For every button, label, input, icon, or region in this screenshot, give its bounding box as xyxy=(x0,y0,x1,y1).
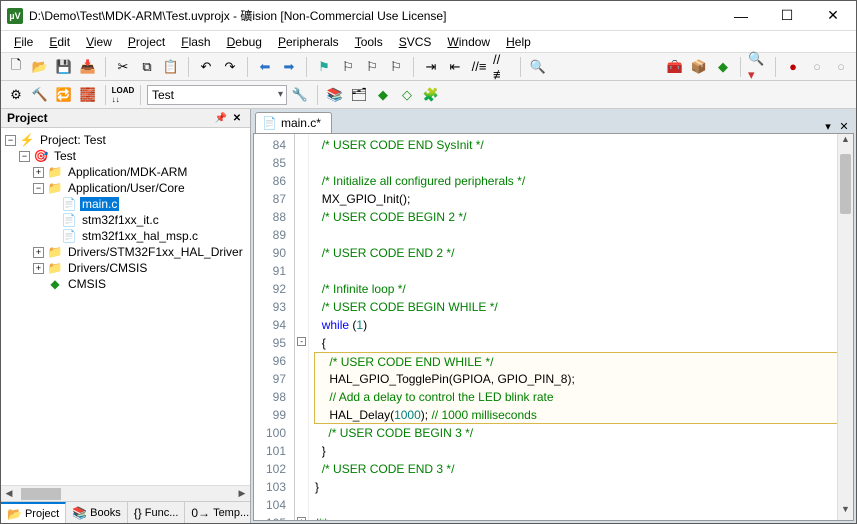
titlebar: µV D:\Demo\Test\MDK-ARM\Test.uvprojx - 礦… xyxy=(1,1,856,31)
editor-tab-close-icon[interactable]: ✕ xyxy=(836,120,852,133)
rebuild-icon[interactable]: 🔁 xyxy=(53,84,75,106)
minimize-button[interactable]: — xyxy=(718,1,764,31)
unindent-icon[interactable]: ⇤ xyxy=(444,56,466,78)
bookmark-clear-icon[interactable]: ⚐ xyxy=(385,56,407,78)
cut-icon[interactable]: ✂ xyxy=(112,56,134,78)
download-icon[interactable]: LOAD↓↓ xyxy=(112,84,134,106)
editor-tab-main-c[interactable]: 📄 main.c* xyxy=(255,112,332,133)
tree-file[interactable]: 📄stm32f1xx_hal_msp.c xyxy=(5,228,246,244)
menu-view[interactable]: View xyxy=(79,33,119,51)
menu-tools[interactable]: Tools xyxy=(348,33,390,51)
menu-edit[interactable]: Edit xyxy=(42,33,77,51)
toolbar-build: ⚙ 🔨 🔁 🧱 LOAD↓↓ Test 🔧 📚 🗂 ◆ ◇ 🧩 xyxy=(1,81,856,109)
bookmark-icon[interactable]: ⚑ xyxy=(313,56,335,78)
target-select[interactable]: Test xyxy=(147,85,287,105)
menu-window[interactable]: Window xyxy=(440,33,497,51)
app-window: µV D:\Demo\Test\MDK-ARM\Test.uvprojx - 礦… xyxy=(0,0,857,524)
line-gutter: 8485868788899091929394959697989910010110… xyxy=(254,134,295,520)
project-panel-title: Project xyxy=(7,111,48,125)
project-panel-tabs: 📂 Project📚 Books{} Func...0→ Temp... xyxy=(1,501,250,523)
redo-icon[interactable]: ↷ xyxy=(219,56,241,78)
select-pack-icon[interactable]: ◆ xyxy=(372,84,394,106)
menu-project[interactable]: Project xyxy=(121,33,172,51)
open-file-icon[interactable]: 📂 xyxy=(29,56,51,78)
bookmark-prev-icon[interactable]: ⚐ xyxy=(337,56,359,78)
menu-flash[interactable]: Flash xyxy=(174,33,217,51)
record3-icon[interactable]: ○ xyxy=(830,56,852,78)
file-icon: 📄 xyxy=(262,116,277,130)
project-panel-header: Project 📌 ✕ xyxy=(1,109,250,128)
indent-icon[interactable]: ⇥ xyxy=(420,56,442,78)
manage-rte-icon[interactable]: ◆ xyxy=(712,56,734,78)
pack-installer-icon[interactable]: 📦 xyxy=(688,56,710,78)
uncomment-icon[interactable]: //≢ xyxy=(492,56,514,78)
record2-icon[interactable]: ○ xyxy=(806,56,828,78)
project-tab-books[interactable]: 📚 Books xyxy=(66,502,128,523)
paste-icon[interactable]: 📋 xyxy=(160,56,182,78)
code-editor[interactable]: 8485868788899091929394959697989910010110… xyxy=(253,133,854,521)
project-scroll-h[interactable]: ◀▶ xyxy=(1,485,250,501)
build-batch-icon[interactable]: 🧰 xyxy=(664,56,686,78)
target-select-value: Test xyxy=(152,88,174,102)
copy-icon[interactable]: ⧉ xyxy=(136,56,158,78)
editor-area: 📄 main.c* ▾ ✕ 84858687888990919293949596… xyxy=(251,109,856,523)
options-icon[interactable]: 🔧 xyxy=(289,84,311,106)
tree-file[interactable]: 📄main.c xyxy=(5,196,246,212)
maximize-button[interactable]: ☐ xyxy=(764,1,810,31)
project-tab-func[interactable]: {} Func... xyxy=(128,502,186,523)
editor-scrollbar-v[interactable]: ▲ ▼ xyxy=(837,134,853,520)
tree-group[interactable]: +📁Drivers/CMSIS xyxy=(5,260,246,276)
find-in-files-icon[interactable]: 🔍 xyxy=(527,56,549,78)
tree-project-root[interactable]: −⚡Project: Test xyxy=(5,132,246,148)
project-panel: Project 📌 ✕ −⚡Project: Test−🎯Test+📁Appli… xyxy=(1,109,251,523)
workspace: Project 📌 ✕ −⚡Project: Test−🎯Test+📁Appli… xyxy=(1,109,856,523)
menu-peripherals[interactable]: Peripherals xyxy=(271,33,346,51)
nav-fwd-icon[interactable]: ➡ xyxy=(278,56,300,78)
window-title: D:\Demo\Test\MDK-ARM\Test.uvprojx - 礦isi… xyxy=(29,7,718,24)
tree-group[interactable]: +📁Application/MDK-ARM xyxy=(5,164,246,180)
menu-debug[interactable]: Debug xyxy=(220,33,269,51)
nav-back-icon[interactable]: ⬅ xyxy=(254,56,276,78)
batch-build-icon[interactable]: 🧱 xyxy=(77,84,99,106)
panel-close-icon[interactable]: ✕ xyxy=(230,111,244,125)
toolbar-main: 🗋 📂 💾 📥 ✂ ⧉ 📋 ↶ ↷ ⬅ ➡ ⚑ ⚐ ⚐ ⚐ ⇥ ⇤ //≡ //… xyxy=(1,53,856,81)
menu-file[interactable]: File xyxy=(7,33,40,51)
app-icon: µV xyxy=(7,8,23,24)
project-tab-project[interactable]: 📂 Project xyxy=(1,502,66,523)
panel-pin-icon[interactable]: 📌 xyxy=(214,111,228,125)
project-tree[interactable]: −⚡Project: Test−🎯Test+📁Application/MDK-A… xyxy=(1,128,250,485)
menubar: FileEditViewProjectFlashDebugPeripherals… xyxy=(1,31,856,53)
tree-cmsis[interactable]: ◆CMSIS xyxy=(5,276,246,292)
code-content[interactable]: /* USER CODE END SysInit */ /* Initializ… xyxy=(309,134,853,520)
file-ext-books-icon[interactable]: 📚 xyxy=(324,84,346,106)
tree-target[interactable]: −🎯Test xyxy=(5,148,246,164)
tree-group[interactable]: +📁Drivers/STM32F1xx_HAL_Driver xyxy=(5,244,246,260)
new-file-icon[interactable]: 🗋 xyxy=(5,56,27,78)
source-browser-icon[interactable]: 🧩 xyxy=(420,84,442,106)
record-icon[interactable]: ● xyxy=(782,56,804,78)
translate-icon[interactable]: ⚙ xyxy=(5,84,27,106)
undo-icon[interactable]: ↶ xyxy=(195,56,217,78)
menu-svcs[interactable]: SVCS xyxy=(392,33,439,51)
save-all-icon[interactable]: 📥 xyxy=(77,56,99,78)
fold-column[interactable]: -+ xyxy=(295,134,309,520)
bookmark-next-icon[interactable]: ⚐ xyxy=(361,56,383,78)
debug-icon[interactable]: 🔍▾ xyxy=(747,56,769,78)
save-icon[interactable]: 💾 xyxy=(53,56,75,78)
comment-icon[interactable]: //≡ xyxy=(468,56,490,78)
menu-help[interactable]: Help xyxy=(499,33,538,51)
editor-tab-dropdown-icon[interactable]: ▾ xyxy=(820,120,836,133)
tree-group[interactable]: −📁Application/User/Core xyxy=(5,180,246,196)
project-tab-temp[interactable]: 0→ Temp... xyxy=(185,502,256,523)
editor-tab-label: main.c* xyxy=(281,116,321,130)
manage-project-icon[interactable]: 🗂 xyxy=(348,84,370,106)
editor-tabs: 📄 main.c* ▾ ✕ xyxy=(251,109,856,133)
build-icon[interactable]: 🔨 xyxy=(29,84,51,106)
rte-icon[interactable]: ◇ xyxy=(396,84,418,106)
tree-file[interactable]: 📄stm32f1xx_it.c xyxy=(5,212,246,228)
close-button[interactable]: ✕ xyxy=(810,1,856,31)
